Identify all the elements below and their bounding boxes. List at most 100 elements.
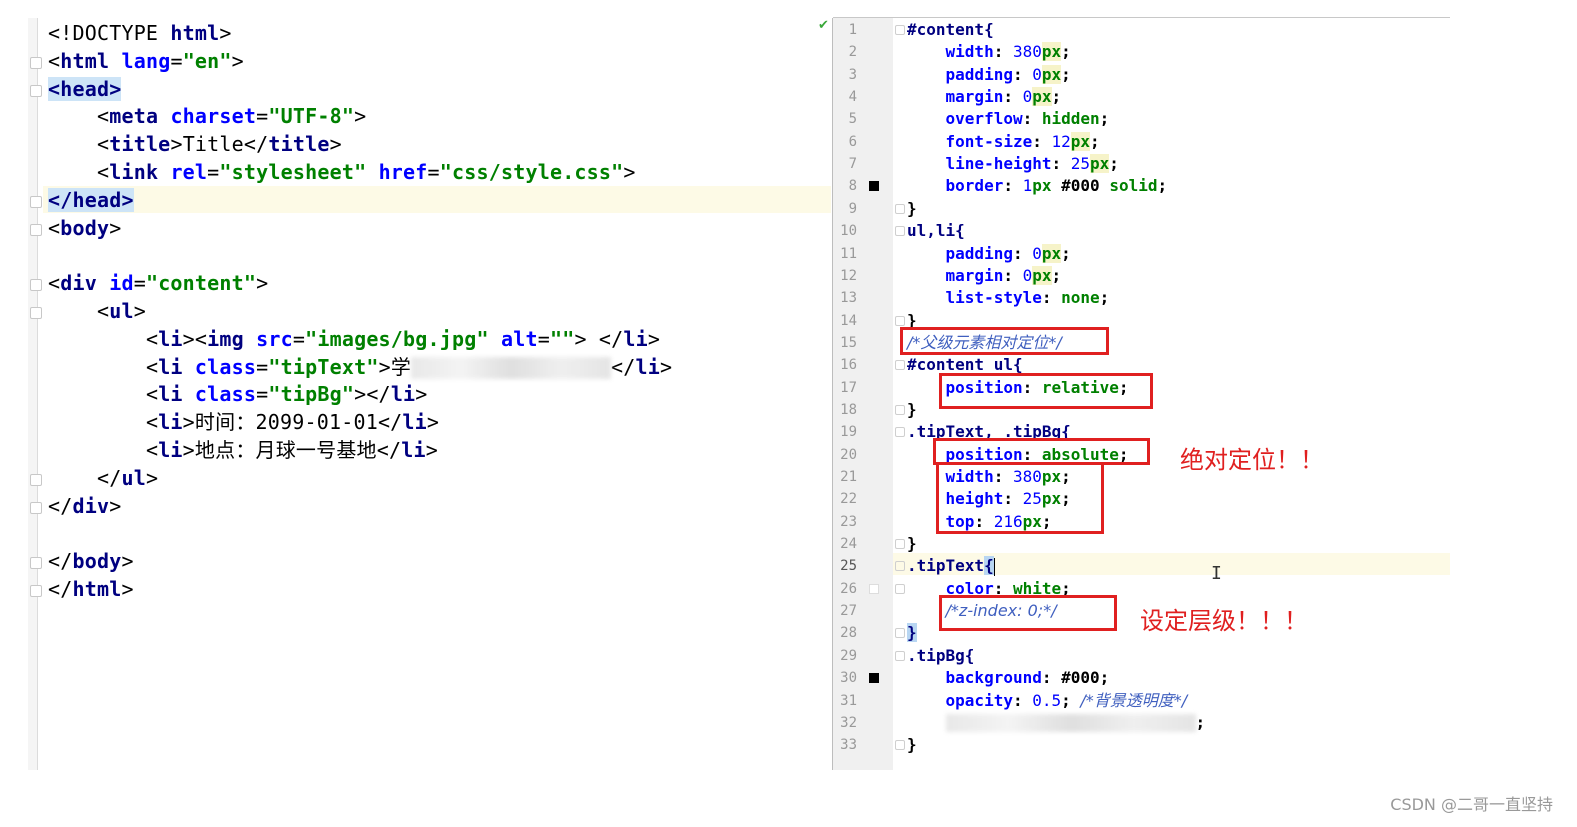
css-code-line[interactable]: 10 ul,li{ xyxy=(833,220,1450,242)
css-code-line[interactable]: 32 ; xyxy=(833,712,1450,734)
fold-marker-icon[interactable] xyxy=(30,557,42,570)
code-token: ; xyxy=(1099,109,1110,129)
css-code-line[interactable]: 9} xyxy=(833,198,1450,220)
code-token: list-style xyxy=(945,288,1042,308)
css-code-line[interactable]: 26 color: white; xyxy=(833,578,1450,600)
fold-marker-icon[interactable] xyxy=(895,561,905,572)
css-code-line[interactable]: 11 padding: 0px; xyxy=(833,243,1450,265)
html-code-line[interactable]: <link rel="stylesheet" href="css/style.c… xyxy=(48,158,636,186)
code-token: <head> xyxy=(48,76,122,101)
fold-marker-icon[interactable] xyxy=(30,223,42,236)
code-token: = xyxy=(256,382,269,407)
line-number: 7 xyxy=(848,156,857,173)
html-code-line[interactable]: </body> xyxy=(30,547,134,575)
html-code-line[interactable]: <html lang="en"> xyxy=(30,47,244,75)
html-code-line[interactable]: <body> xyxy=(30,214,121,242)
css-code-line[interactable]: 31 opacity: 0.5; /*背景透明度*/ xyxy=(833,690,1450,712)
css-code-line[interactable]: 4 margin: 0px; xyxy=(833,86,1450,108)
fold-marker-icon[interactable] xyxy=(30,307,42,319)
html-code-line[interactable]: </ul> xyxy=(30,464,158,492)
fold-marker-icon[interactable] xyxy=(30,473,42,486)
fold-marker-icon[interactable] xyxy=(30,56,42,69)
html-code-line[interactable]: </head> xyxy=(30,186,134,214)
html-code-line[interactable]: <!DOCTYPE html> xyxy=(48,19,232,47)
html-code-line[interactable]: <ul> xyxy=(30,297,146,325)
css-code-line[interactable]: 1 #content{ xyxy=(833,19,1450,41)
bookmark-icon[interactable] xyxy=(869,583,879,594)
fold-marker-icon[interactable] xyxy=(895,539,905,550)
html-code-line[interactable]: <title>Title</title> xyxy=(48,130,342,158)
fold-marker-icon[interactable] xyxy=(895,740,905,751)
fold-marker-icon[interactable] xyxy=(895,360,905,371)
css-code-line[interactable]: 2 width: 380px; xyxy=(833,41,1450,63)
code-token: src xyxy=(256,326,293,351)
css-code-line[interactable]: 3 padding: 0px; xyxy=(833,64,1450,86)
code-token: "images/bg.jpg" xyxy=(305,326,501,351)
html-code-line[interactable]: <meta charset="UTF-8"> xyxy=(48,102,366,130)
fold-marker-icon[interactable] xyxy=(895,427,905,438)
code-token: li xyxy=(390,382,416,407)
css-code-line[interactable]: 21 width: 380px; xyxy=(833,466,1450,488)
fold-marker-icon[interactable] xyxy=(30,501,42,514)
css-code-line[interactable]: 24} xyxy=(833,533,1450,555)
css-code-line[interactable]: 23 top: 216px; xyxy=(833,511,1450,533)
fold-marker-icon[interactable] xyxy=(30,195,42,208)
fold-marker-icon[interactable] xyxy=(895,650,905,661)
code-token: < xyxy=(96,299,110,323)
css-code-line[interactable]: 30 background: #000; xyxy=(833,667,1450,689)
bookmark-icon[interactable] xyxy=(869,181,879,192)
css-code-line[interactable]: 22 height: 25px; xyxy=(833,488,1450,510)
css-code-content: } xyxy=(907,399,917,421)
fold-marker-icon[interactable] xyxy=(30,585,42,597)
css-code-line[interactable]: 5 overflow: hidden; xyxy=(833,108,1450,130)
html-code-line[interactable]: <div id="content"> xyxy=(30,269,268,297)
fold-marker-icon[interactable] xyxy=(895,226,905,237)
fold-marker-icon[interactable] xyxy=(30,84,42,97)
css-code-line[interactable]: 8 border: 1px #000 solid; xyxy=(833,175,1450,197)
code-token: margin xyxy=(945,265,1004,285)
annotation-box-size xyxy=(936,462,1104,534)
fold-marker-icon[interactable] xyxy=(895,628,905,639)
bookmark-icon[interactable] xyxy=(869,673,879,684)
code-token: < xyxy=(145,326,159,351)
html-code-line[interactable]: </div> xyxy=(30,492,121,520)
annotation-box-absolute xyxy=(933,438,1150,465)
css-code-line[interactable]: 25 .tipText{ xyxy=(833,555,1450,577)
css-code-line[interactable]: 12 margin: 0px; xyxy=(833,265,1450,287)
html-code-line[interactable]: <li class="tipText">学 </li> xyxy=(48,353,672,381)
fold-marker-icon[interactable] xyxy=(895,315,905,326)
pane-top-border xyxy=(833,17,1450,18)
css-code-line[interactable]: 13 list-style: none; xyxy=(833,287,1450,309)
code-token: > xyxy=(647,326,661,351)
css-code-line[interactable]: 7 line-height: 25px; xyxy=(833,153,1450,175)
code-token: : xyxy=(1012,243,1033,263)
css-code-line[interactable]: 6 font-size: 12px; xyxy=(833,131,1450,153)
html-code-line[interactable]: <li>时间：2099-01-01</li> xyxy=(48,408,439,436)
fold-marker-icon[interactable] xyxy=(895,583,905,594)
fold-marker-icon[interactable] xyxy=(895,404,905,415)
html-code-line[interactable]: <li class="tipBg"></li> xyxy=(48,380,428,408)
html-editor-pane[interactable]: ✔ <!DOCTYPE html> <html lang="en"> <head> … xyxy=(28,18,831,770)
html-code-line[interactable]: <head> xyxy=(30,75,122,103)
fold-marker-icon[interactable] xyxy=(895,203,905,214)
code-token: .tipText xyxy=(907,556,985,576)
code-token: = xyxy=(427,160,440,184)
inspection-ok-icon[interactable]: ✔ xyxy=(818,18,829,33)
code-token: border xyxy=(945,176,1004,196)
code-token: li xyxy=(623,326,648,351)
fold-marker-icon[interactable] xyxy=(30,279,42,292)
html-code-line[interactable]: <li>地点：月球一号基地</li> xyxy=(48,436,438,464)
fold-marker-icon[interactable] xyxy=(895,25,905,35)
line-number: 4 xyxy=(848,89,857,106)
css-code-line[interactable]: 29 .tipBg{ xyxy=(833,645,1450,667)
html-code-line[interactable]: <li><img src="images/bg.jpg" alt=""> </l… xyxy=(48,325,660,353)
css-code-line[interactable]: 33} xyxy=(833,734,1450,756)
html-code-line[interactable]: </html> xyxy=(30,575,134,603)
code-token: padding xyxy=(945,64,1013,84)
code-token: : xyxy=(1022,109,1042,129)
code-token: < xyxy=(96,160,110,184)
